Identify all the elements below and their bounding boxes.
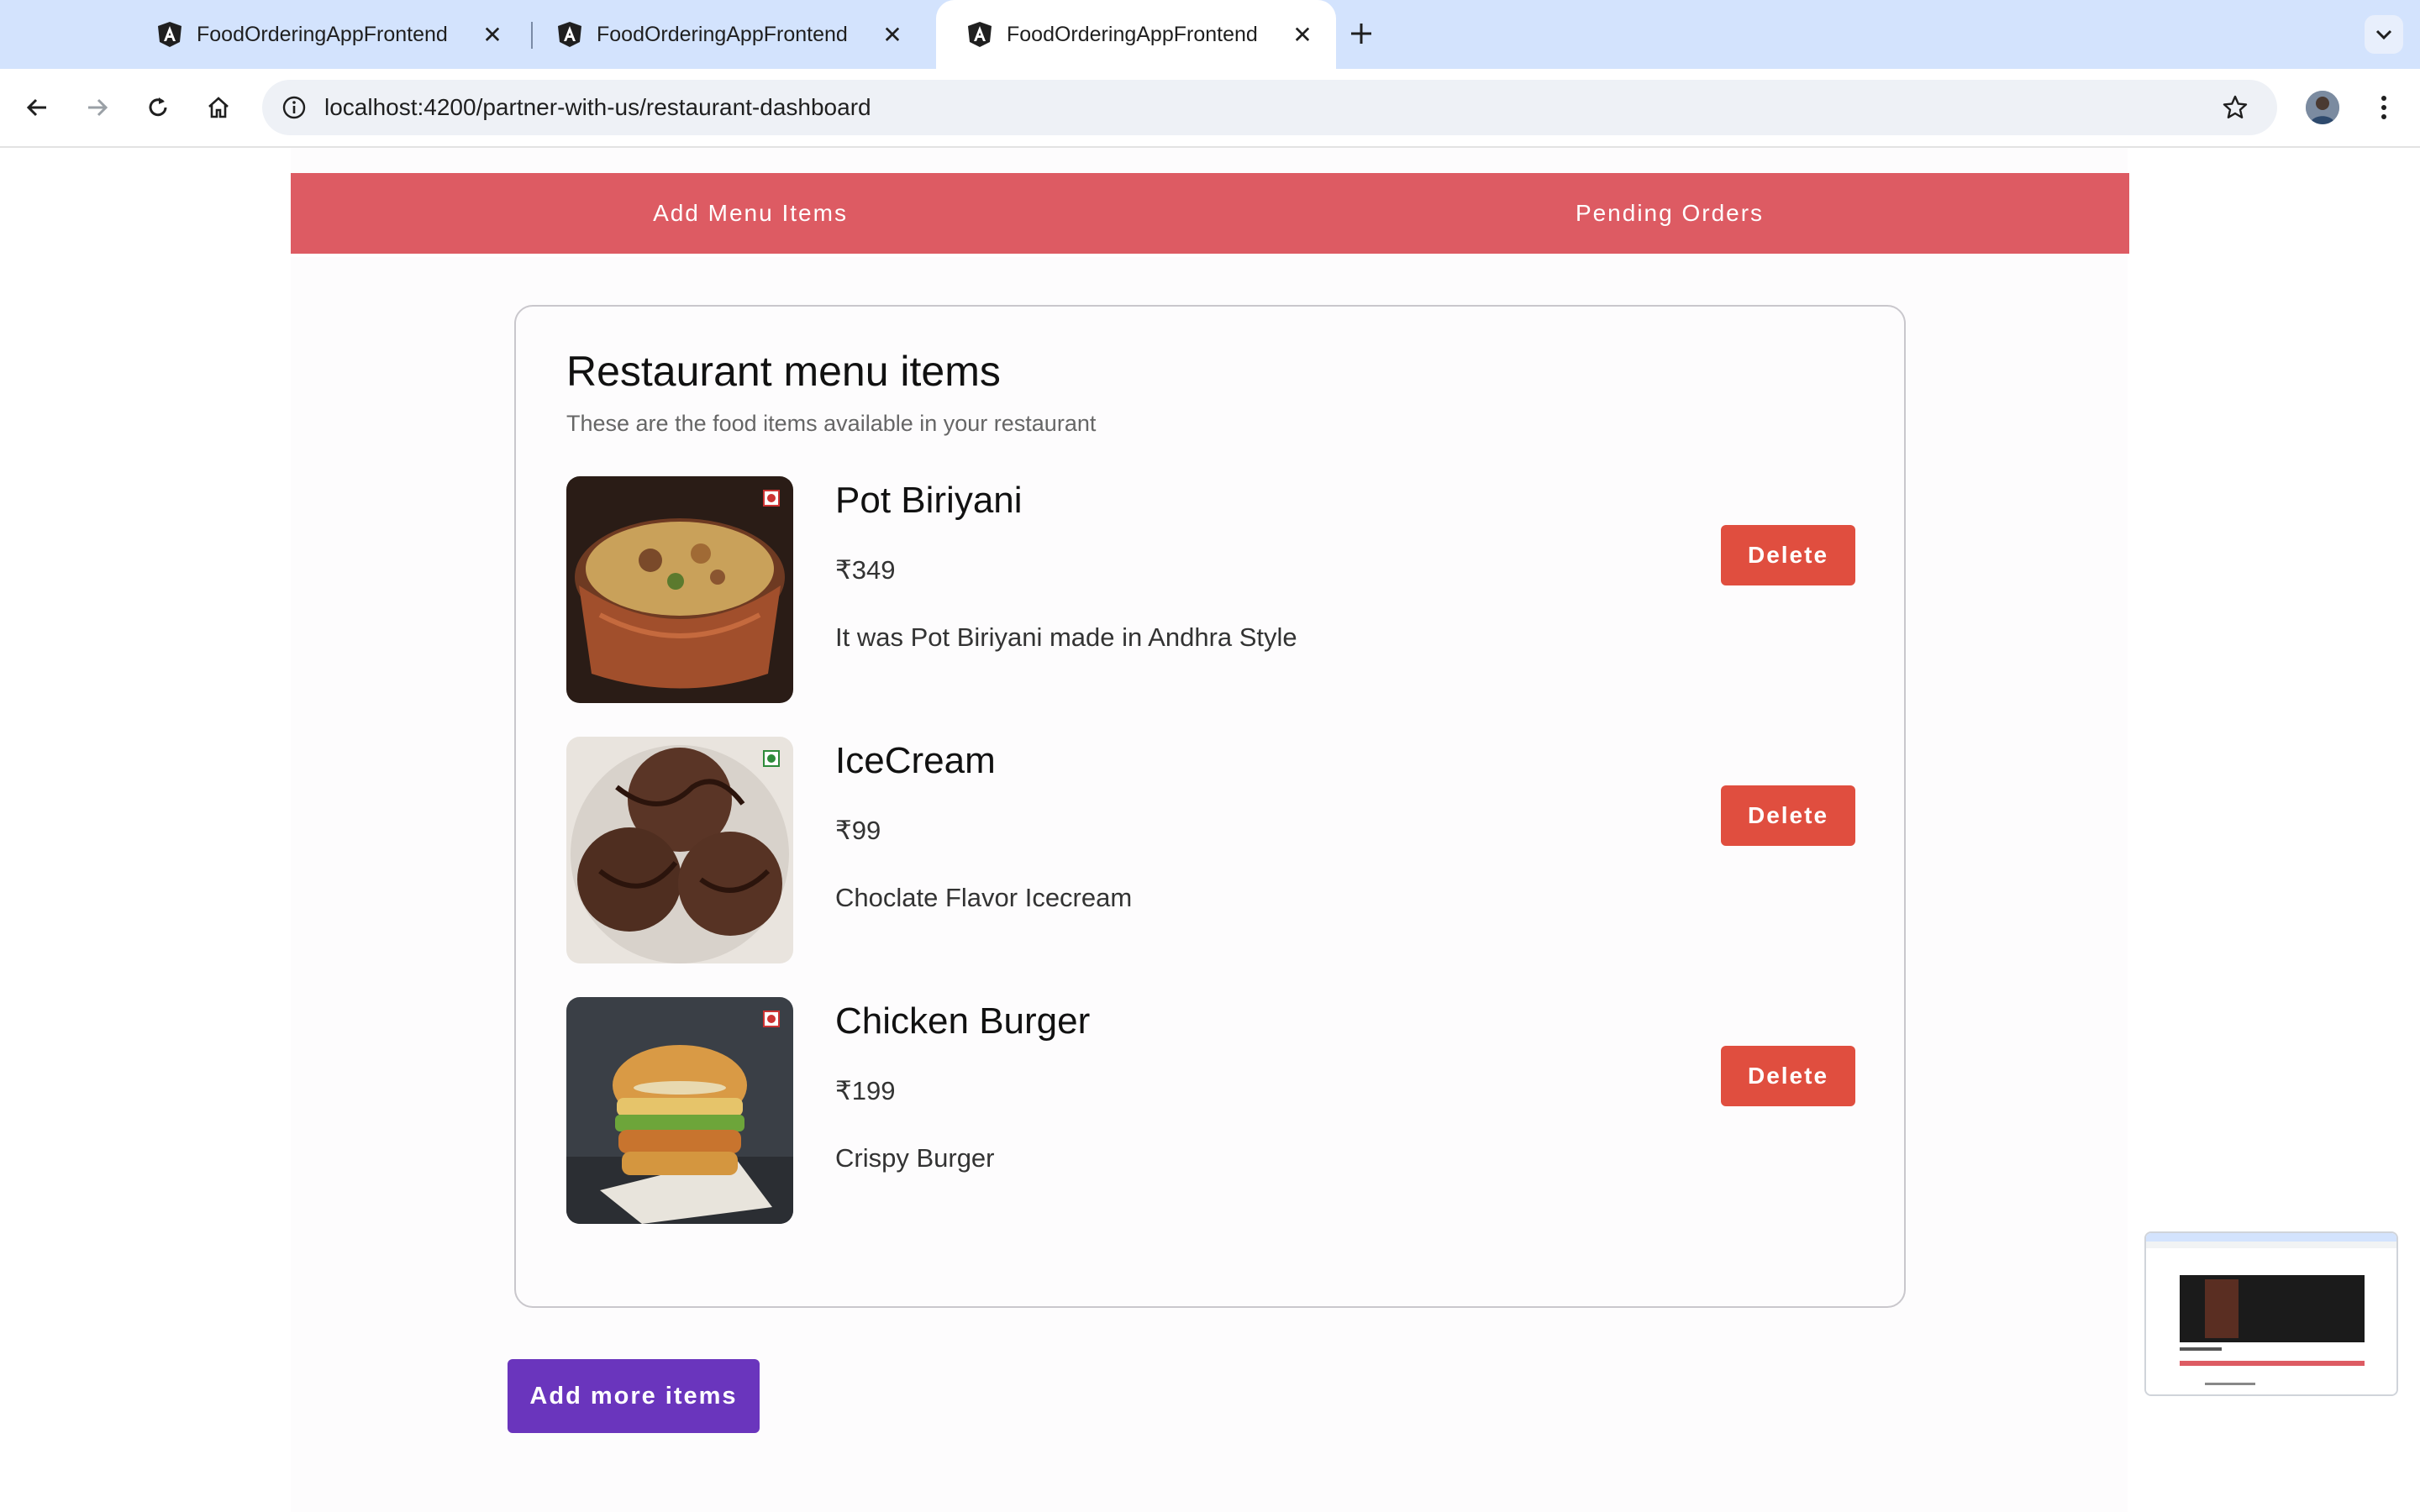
delete-button[interactable]: Delete	[1721, 525, 1855, 585]
page-preview-thumbnail[interactable]	[2144, 1231, 2398, 1396]
item-name: Pot Biriyani	[835, 480, 1023, 521]
tab-pending-orders[interactable]: Pending Orders	[1210, 173, 2129, 254]
profile-avatar[interactable]	[2306, 91, 2339, 124]
tab-title: FoodOrderingAppFrontend	[197, 22, 448, 46]
veg-indicator-icon	[763, 750, 780, 767]
item-description: Choclate Flavor Icecream	[835, 883, 1133, 912]
browser-tab-active[interactable]: FoodOrderingAppFrontend ✕	[936, 0, 1336, 69]
browser-tab[interactable]: FoodOrderingAppFrontend ✕	[126, 0, 526, 69]
item-name: Chicken Burger	[835, 1000, 1091, 1042]
delete-button[interactable]: Delete	[1721, 1046, 1855, 1106]
item-description: It was Pot Biriyani made in Andhra Style	[835, 622, 1297, 652]
site-info-icon[interactable]	[274, 87, 314, 128]
url-text[interactable]: localhost:4200/partner-with-us/restauran…	[324, 80, 871, 135]
browser-menu-button[interactable]	[2365, 87, 2403, 128]
close-icon[interactable]: ✕	[1287, 19, 1318, 50]
bookmark-star-icon[interactable]	[2215, 87, 2255, 128]
non-veg-indicator-icon	[763, 490, 780, 507]
menu-item: IceCream ₹99 Choclate Flavor Icecream De…	[566, 737, 1860, 963]
item-name: IceCream	[835, 740, 996, 781]
food-image	[566, 997, 793, 1224]
reload-button[interactable]	[138, 87, 178, 128]
add-more-items-button[interactable]: Add more items	[508, 1359, 760, 1433]
item-price: ₹99	[835, 816, 881, 845]
angular-icon	[966, 21, 993, 48]
browser-tab[interactable]: FoodOrderingAppFrontend ✕	[526, 0, 926, 69]
tab-title: FoodOrderingAppFrontend	[597, 22, 848, 46]
tab-add-menu-items[interactable]: Add Menu Items	[291, 173, 1210, 257]
browser-toolbar: localhost:4200/partner-with-us/restauran…	[0, 69, 2420, 148]
item-description: Crispy Burger	[835, 1143, 995, 1173]
close-icon[interactable]: ✕	[877, 19, 908, 50]
card-title: Restaurant menu items	[566, 348, 1001, 395]
angular-icon	[156, 21, 183, 48]
chevron-down-icon	[2375, 29, 2392, 40]
food-image	[566, 476, 793, 703]
home-icon	[208, 97, 229, 118]
item-price: ₹199	[835, 1076, 896, 1105]
arrow-right-icon	[88, 98, 108, 117]
browser-tab-strip: FoodOrderingAppFrontend ✕ FoodOrderingAp…	[0, 0, 2420, 69]
delete-button[interactable]: Delete	[1721, 785, 1855, 846]
tab-search-button[interactable]	[2365, 15, 2403, 54]
angular-icon	[556, 21, 583, 48]
tab-title: FoodOrderingAppFrontend	[1007, 22, 1258, 46]
plus-icon	[1351, 24, 1371, 44]
menu-item: Chicken Burger ₹199 Crispy Burger Delete	[566, 997, 1860, 1224]
new-tab-button[interactable]	[1344, 17, 1378, 50]
non-veg-indicator-icon	[763, 1011, 780, 1027]
address-bar[interactable]: localhost:4200/partner-with-us/restauran…	[262, 80, 2277, 135]
more-vert-icon	[2381, 96, 2386, 119]
arrow-left-icon	[26, 98, 46, 117]
card-subtitle: These are the food items available in yo…	[566, 411, 1097, 436]
reload-icon	[149, 97, 167, 117]
food-image	[566, 737, 793, 963]
menu-items-card: Restaurant menu items These are the food…	[514, 305, 1906, 1308]
dashboard-tabs: Add Menu Items Pending Orders	[291, 173, 2129, 257]
back-button[interactable]	[17, 87, 57, 128]
item-price: ₹349	[835, 555, 896, 585]
page-content: Add Menu Items Pending Orders Restaurant…	[0, 148, 2420, 1512]
menu-item: Pot Biriyani ₹349 It was Pot Biriyani ma…	[566, 476, 1860, 703]
home-button[interactable]	[198, 87, 239, 128]
close-icon[interactable]: ✕	[477, 19, 508, 50]
forward-button[interactable]	[77, 87, 118, 128]
